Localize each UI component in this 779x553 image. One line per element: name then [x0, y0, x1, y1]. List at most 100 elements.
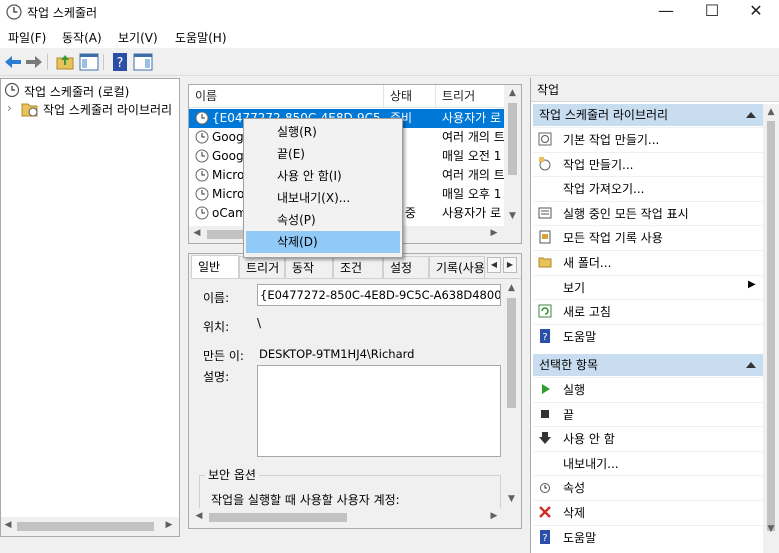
scrollbar-thumb[interactable]	[767, 121, 775, 531]
tab-2[interactable]: 동작	[285, 256, 333, 278]
action-label: 속성	[563, 481, 586, 496]
scroll-up-icon[interactable]: ▲	[506, 283, 517, 293]
minimize-button[interactable]: —	[643, 0, 689, 24]
action-display-running[interactable]: 실행 중인 모든 작업 표시	[533, 200, 763, 225]
tab-1[interactable]: 트리거	[239, 256, 285, 278]
ctx-delete-menu-item[interactable]: 삭제(D)	[246, 231, 400, 253]
basic-task-icon	[538, 132, 552, 146]
name-field[interactable]: {E0477272-850C-4E8D-9C5C-A638D4800D1D}	[257, 284, 501, 306]
scroll-down-icon[interactable]: ▼	[766, 524, 776, 534]
action-help-selected[interactable]: 도움말	[533, 524, 763, 549]
task-trigger: 여러 개의 트	[442, 168, 504, 182]
ctx-disable-menu-item[interactable]: 사용 안 함(I)	[246, 165, 400, 187]
back-arrow-icon[interactable]	[3, 52, 23, 72]
action-label: 새로 고침	[563, 305, 611, 320]
title-bar: 작업 스케줄러 — ☐ ✕	[0, 0, 779, 24]
action-label: 사용 안 함	[563, 432, 615, 447]
action-create-task[interactable]: 작업 만들기...	[533, 151, 763, 176]
show-hide-tree-icon[interactable]	[79, 52, 99, 72]
column-trigger[interactable]: 트리거	[436, 85, 504, 107]
action-delete[interactable]: 삭제	[533, 500, 763, 524]
ctx-run-menu-item[interactable]: 실행(R)	[246, 121, 400, 143]
actions-section-library[interactable]: 작업 스케줄러 라이브러리	[533, 104, 763, 126]
scroll-right-icon[interactable]: ▶	[489, 228, 499, 238]
action-help[interactable]: 도움말	[533, 323, 763, 348]
actions-section-selected[interactable]: 선택한 항목	[533, 354, 763, 376]
properties-vertical-scrollbar[interactable]: ▲ ▼	[503, 280, 520, 508]
scroll-up-icon[interactable]: ▲	[507, 88, 518, 98]
properties-horizontal-scrollbar[interactable]: ◀ ▶	[191, 508, 503, 526]
ctx-properties-menu-item[interactable]: 속성(P)	[246, 209, 400, 231]
scrollbar-thumb[interactable]	[17, 522, 154, 531]
action-properties[interactable]: 속성	[533, 475, 763, 499]
action-label: 보기	[563, 280, 586, 295]
tab-0[interactable]: 일반	[191, 255, 239, 279]
task-clock-icon	[195, 168, 209, 182]
maximize-button[interactable]: ☐	[689, 0, 735, 24]
menu-file[interactable]: 파일(F)	[8, 29, 46, 46]
scroll-left-icon[interactable]: ◀	[192, 228, 202, 238]
delete-icon	[538, 505, 552, 519]
column-name[interactable]: 이름	[189, 85, 384, 107]
actions-vertical-scrollbar[interactable]: ▲ ▼	[763, 104, 779, 553]
action-new-folder[interactable]: 새 폴더...	[533, 250, 763, 274]
menu-view[interactable]: 보기(V)	[118, 29, 158, 46]
scrollbar-thumb[interactable]	[508, 103, 517, 175]
action-label: 끝	[563, 407, 575, 422]
scroll-left-icon[interactable]: ◀	[3, 520, 13, 530]
scrollbar-thumb[interactable]	[209, 513, 347, 522]
task-trigger: 여러 개의 트	[442, 130, 504, 144]
tab-5[interactable]: 기록(사용	[429, 256, 485, 278]
scrollbar-thumb[interactable]	[507, 298, 516, 408]
location-value[interactable]: \	[257, 316, 261, 330]
ctx-end-menu-item[interactable]: 끝(E)	[246, 143, 400, 165]
help-icon[interactable]: ?	[110, 52, 130, 72]
scroll-left-icon[interactable]: ◀	[194, 511, 204, 521]
task-trigger: 사용자가 로	[442, 206, 502, 220]
collapse-up-icon[interactable]	[746, 362, 756, 368]
toolbar: ?	[0, 48, 779, 76]
tree-root-label[interactable]: 작업 스케줄러 (로컬)	[24, 83, 129, 100]
tab-scroll-left-icon[interactable]: ◀	[487, 257, 501, 273]
menu-help[interactable]: 도움말(H)	[175, 29, 227, 46]
help-icon: ?	[538, 328, 552, 343]
task-list-vertical-scrollbar[interactable]: ▲ ▼	[504, 85, 521, 226]
scroll-down-icon[interactable]: ▼	[506, 494, 517, 504]
scroll-right-icon[interactable]: ▶	[489, 511, 499, 521]
toolbar-separator	[103, 54, 104, 70]
collapse-up-icon[interactable]	[746, 112, 756, 118]
tab-scroll-right-icon[interactable]: ▶	[503, 257, 517, 273]
task-clock-icon	[195, 206, 209, 220]
expand-chevron-icon[interactable]: ›	[7, 101, 12, 115]
action-refresh[interactable]: 새로 고침	[533, 299, 763, 323]
action-export[interactable]: 내보내기...	[533, 450, 763, 475]
action-label: 내보내기...	[563, 456, 619, 471]
tab-4[interactable]: 설정	[383, 256, 429, 278]
forward-arrow-icon[interactable]	[24, 52, 44, 72]
tab-3[interactable]: 조건	[333, 256, 383, 278]
task-trigger: 매일 오후 1	[442, 187, 502, 201]
action-view[interactable]: 보기	[533, 274, 763, 299]
scroll-right-icon[interactable]: ▶	[164, 520, 174, 530]
menu-action[interactable]: 동작(A)	[62, 29, 102, 46]
author-value[interactable]: DESKTOP-9TM1HJ4\Richard	[259, 347, 414, 361]
tree-library-label[interactable]: 작업 스케줄러 라이브러리	[43, 101, 172, 118]
scroll-up-icon[interactable]: ▲	[766, 107, 776, 117]
actions-header: 작업	[531, 78, 779, 102]
show-hide-action-pane-icon[interactable]	[133, 52, 153, 72]
ctx-export-menu-item[interactable]: 내보내기(X)...	[246, 187, 400, 209]
action-run[interactable]: 실행	[533, 377, 763, 401]
action-label: 기본 작업 만들기...	[563, 133, 660, 147]
scroll-down-icon[interactable]: ▼	[507, 211, 518, 221]
up-folder-icon[interactable]	[55, 52, 75, 72]
action-import-task[interactable]: 작업 가져오기...	[533, 176, 763, 200]
column-status[interactable]: 상태	[384, 85, 436, 107]
task-properties-pane: 일반 트리거 동작 조건 설정 기록(사용 ▶ ◀ 이름: {E0477272-850C-…	[188, 253, 522, 529]
description-field[interactable]	[257, 365, 501, 457]
tree-horizontal-scrollbar[interactable]: ◀ ▶	[1, 517, 179, 536]
action-end[interactable]: 끝	[533, 401, 763, 426]
action-create-basic-task[interactable]: 기본 작업 만들기...	[533, 127, 763, 151]
close-button[interactable]: ✕	[733, 0, 779, 24]
action-disable[interactable]: 사용 안 함	[533, 426, 763, 450]
action-enable-history[interactable]: 모든 작업 기록 사용	[533, 225, 763, 249]
